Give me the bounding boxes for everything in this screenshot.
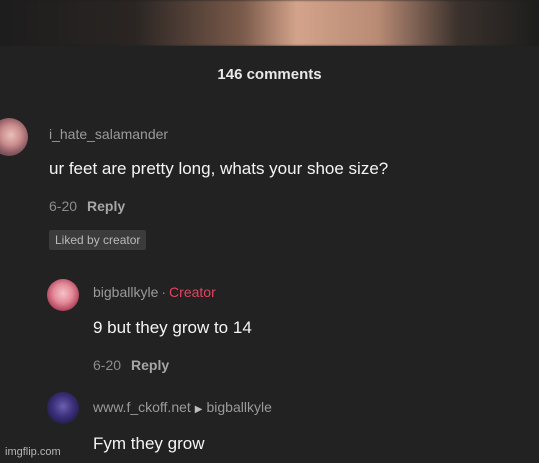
- comments-sheet: 146 comments i_hate_salamander ur feet a…: [0, 46, 539, 463]
- reply-to-username[interactable]: bigballkyle: [207, 399, 272, 415]
- reply-header: bigballkyle · Creator: [93, 284, 216, 300]
- creator-badge: Creator: [169, 284, 216, 300]
- comment-meta: 6-20 Reply: [93, 357, 169, 373]
- avatar[interactable]: [47, 279, 79, 311]
- reply-button[interactable]: Reply: [87, 198, 125, 214]
- comment-date: 6-20: [49, 198, 78, 214]
- comment-username[interactable]: bigballkyle: [93, 284, 158, 300]
- avatar[interactable]: [47, 392, 79, 424]
- video-preview: [0, 0, 539, 46]
- separator-dot: ·: [161, 284, 167, 300]
- watermark: imgflip.com: [5, 446, 61, 458]
- avatar[interactable]: [0, 118, 28, 156]
- reply-header: www.f_ckoff.net ▶ bigballkyle: [93, 399, 272, 415]
- comment-username[interactable]: www.f_ckoff.net: [93, 399, 191, 415]
- comment-date: 6-20: [93, 357, 122, 373]
- reply-arrow-icon: ▶: [194, 404, 203, 415]
- comment-meta: 6-20 Reply: [49, 198, 125, 214]
- comment-text: Fym they grow: [93, 434, 205, 453]
- comment-text: ur feet are pretty long, whats your shoe…: [49, 159, 389, 178]
- comments-count: 146 comments: [217, 66, 322, 83]
- comment-username[interactable]: i_hate_salamander: [49, 126, 168, 142]
- liked-by-creator-badge: Liked by creator: [49, 230, 147, 250]
- reply-button[interactable]: Reply: [131, 357, 169, 373]
- comment-text: 9 but they grow to 14: [93, 318, 252, 337]
